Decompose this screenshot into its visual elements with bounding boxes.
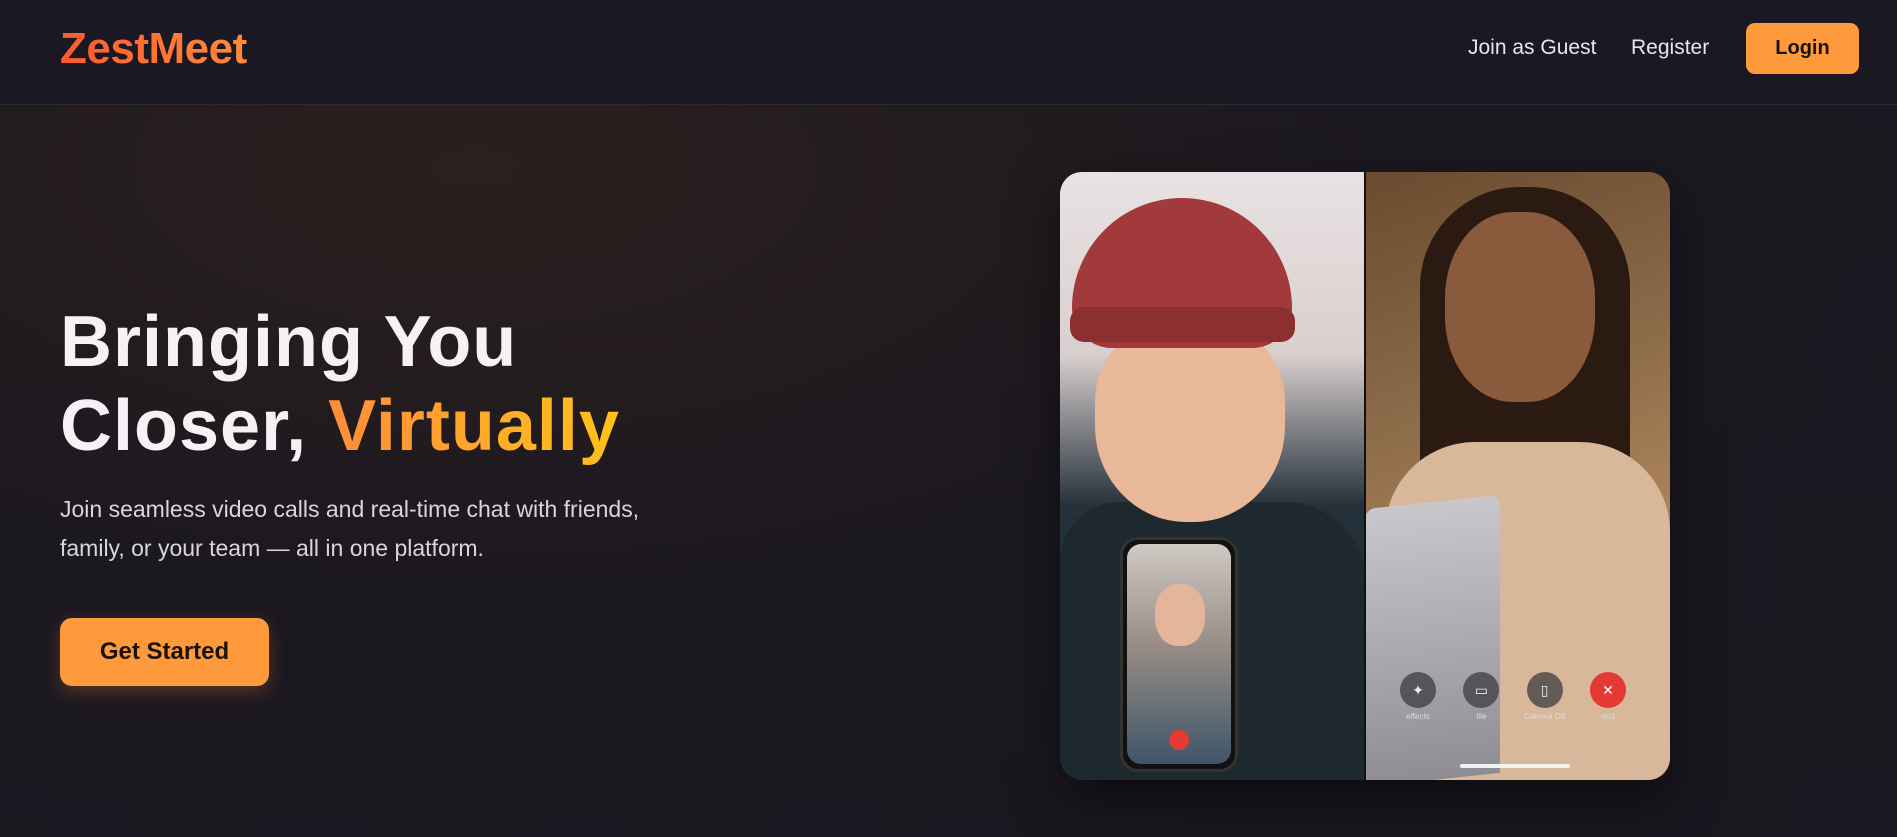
- sparkle-icon: ✦: [1400, 672, 1436, 708]
- file-label: file: [1476, 712, 1487, 721]
- camera-off-icon: ▯: [1526, 672, 1563, 708]
- get-started-button[interactable]: Get Started: [60, 618, 269, 686]
- login-button[interactable]: Login: [1746, 23, 1859, 74]
- join-as-guest-link[interactable]: Join as Guest: [1468, 36, 1596, 60]
- home-indicator-bar: [1460, 764, 1570, 768]
- register-link[interactable]: Register: [1631, 36, 1709, 60]
- hero-title-line1: Bringing You: [60, 302, 518, 382]
- panel-divider: [1364, 172, 1366, 780]
- phone-caller-face: [1155, 584, 1205, 646]
- caller-face: [1095, 322, 1285, 522]
- file-control: ▭ file: [1461, 672, 1501, 728]
- phone-end-call-icon: [1169, 730, 1189, 750]
- video-call-preview-image: ✦ effects ▭ file ▯ Camera Off ✕ end: [1060, 172, 1670, 780]
- effects-control: ✦ effects: [1398, 672, 1438, 728]
- camera-off-label: Camera Off: [1524, 712, 1566, 721]
- folder-icon: ▭: [1463, 672, 1500, 708]
- phone-screen: [1127, 544, 1231, 764]
- camera-off-control: ▯ Camera Off: [1524, 672, 1566, 728]
- beanie-fold-shape: [1070, 307, 1295, 342]
- hero-subtitle: Join seamless video calls and real-time …: [60, 496, 640, 561]
- caller-left-panel: [1060, 172, 1365, 780]
- brand-logo[interactable]: ZestMeet: [60, 24, 247, 74]
- hero-title-accent: Virtually: [328, 386, 620, 466]
- call-controls: ✦ effects ▭ file ▯ Camera Off ✕ end: [1398, 672, 1628, 728]
- laptop-shape: [1365, 494, 1500, 780]
- phone-mockup: [1120, 537, 1238, 772]
- top-navbar: ZestMeet Join as Guest Register Login: [0, 0, 1897, 105]
- end-label: end: [1601, 712, 1615, 721]
- effects-label: effects: [1406, 712, 1430, 721]
- end-call-control: ✕ end: [1588, 672, 1628, 728]
- end-call-icon: ✕: [1589, 672, 1626, 708]
- caller-face-right: [1445, 212, 1595, 402]
- hero-title: Bringing You Closer, Virtually: [60, 300, 820, 468]
- hero-title-line2: Closer,: [60, 386, 329, 466]
